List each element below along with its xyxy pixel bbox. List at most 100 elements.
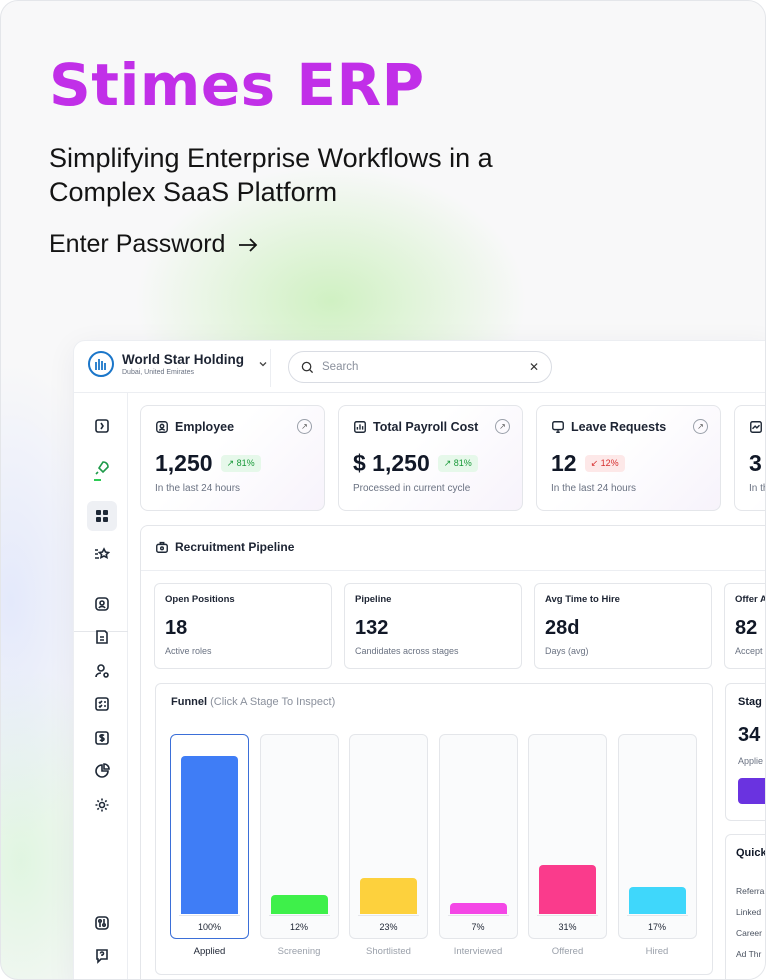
kpi-value: 12 xyxy=(551,450,577,476)
kpi-value: 3 xyxy=(749,450,762,476)
user-profile-icon[interactable] xyxy=(87,589,117,619)
stat-card-avg-time: Avg Time to Hire 28d Days (avg) xyxy=(534,583,712,669)
tagline: Simplifying Enterprise Workflows in a Co… xyxy=(49,143,493,207)
trend-icon xyxy=(750,421,762,433)
quick-item[interactable]: Career xyxy=(736,923,764,944)
kpi-subtitle: In th xyxy=(749,483,765,494)
stat-card-open-positions: Open Positions 18 Active roles xyxy=(154,583,332,669)
stat-title: Offer A xyxy=(735,594,766,605)
funnel-baseline xyxy=(537,915,598,916)
sidebar xyxy=(74,393,128,979)
funnel-stage-screening[interactable]: 12% xyxy=(259,734,339,939)
org-location: Dubai, United Emirates xyxy=(122,369,194,376)
quick-card: Quick Referra Linked Career Ad Thr xyxy=(725,834,765,979)
funnel-panel: Funnel (Click A Stage To Inspect) 100% Ap… xyxy=(155,683,713,975)
funnel-stage-label: Shortlisted xyxy=(366,946,411,957)
stage-card-subtitle: Applie xyxy=(738,756,764,766)
kpi-value: 1,250 xyxy=(155,450,213,476)
funnel-stage-interviewed[interactable]: 7% xyxy=(438,734,518,939)
kpi-card-partial[interactable]: 3 In th xyxy=(734,405,765,511)
stat-value: 18 xyxy=(165,617,188,639)
main-content: Employee ↗ 1,250 ↗ 81% In the last 24 hou… xyxy=(128,393,766,979)
enter-password-link[interactable]: Enter Password xyxy=(49,230,259,259)
kpi-subtitle: In the last 24 hours xyxy=(155,483,241,494)
enter-password-label: Enter Password xyxy=(49,230,226,258)
dollar-icon[interactable] xyxy=(87,723,117,753)
trend-badge: ↗ 81% xyxy=(437,455,478,472)
search-input[interactable]: Search ✕ xyxy=(288,351,552,383)
kpi-card-payroll[interactable]: Total Payroll Cost ↗ $ 1,250 ↗ 81% Proces… xyxy=(338,405,523,511)
help-icon[interactable] xyxy=(87,941,117,971)
funnel-stage-label: Screening xyxy=(277,946,321,957)
funnel-percent: 12% xyxy=(289,922,308,932)
quick-item[interactable]: Linked xyxy=(736,902,764,923)
org-name: World Star Holding xyxy=(122,352,244,367)
dashboard-icon[interactable] xyxy=(87,501,117,531)
quick-item[interactable]: Ad Thr xyxy=(736,944,764,965)
search-placeholder: Search xyxy=(322,361,359,373)
star-list-icon[interactable] xyxy=(87,539,117,569)
topbar: World Star Holding Dubai, United Emirate… xyxy=(74,341,765,393)
user-settings-icon[interactable] xyxy=(87,656,117,686)
arrow-up-right-icon[interactable]: ↗ xyxy=(297,419,312,434)
stage-card-bar xyxy=(738,778,765,804)
rocket-indicator xyxy=(94,479,101,481)
stage-card-value: 34 xyxy=(738,724,761,746)
funnel-stage-applied[interactable]: 100% xyxy=(170,734,249,939)
brand-title: Stimes ERP xyxy=(49,51,425,119)
funnel-stage-label: Applied xyxy=(193,946,226,957)
page-frame: Stimes ERP Simplifying Enterprise Workfl… xyxy=(0,0,766,980)
bar-chart-icon xyxy=(354,421,366,433)
stage-detail-card: Stag 34 Applie xyxy=(725,683,765,821)
gear-icon[interactable] xyxy=(87,790,117,820)
pipeline-title: Recruitment Pipeline xyxy=(175,540,295,554)
funnel-baseline xyxy=(447,915,509,916)
checklist-icon[interactable] xyxy=(87,689,117,719)
clear-search-icon[interactable]: ✕ xyxy=(529,360,539,374)
rocket-icon[interactable] xyxy=(87,453,117,483)
stage-card-title: Stag xyxy=(738,696,762,708)
quick-item[interactable]: Referra xyxy=(736,881,764,902)
trend-badge: ↗ 81% xyxy=(220,455,261,472)
apps-settings-icon[interactable] xyxy=(87,908,117,938)
funnel-percent: 17% xyxy=(647,922,666,932)
monitor-icon xyxy=(552,421,564,433)
sidebar-toggle-icon[interactable] xyxy=(87,411,117,441)
document-icon[interactable] xyxy=(87,622,117,652)
stat-value: 82 xyxy=(735,617,758,639)
funnel-bar xyxy=(360,877,417,914)
stat-card-pipeline: Pipeline 132 Candidates across stages xyxy=(344,583,522,669)
funnel-stage-shortlisted[interactable]: 23% xyxy=(349,734,428,939)
funnel-stage-label: Interviewed xyxy=(453,946,503,957)
kpi-subtitle: Processed in current cycle xyxy=(353,483,471,494)
stat-subtitle: Active roles xyxy=(165,646,212,656)
pie-chart-icon[interactable] xyxy=(87,756,117,786)
arrow-right-icon xyxy=(239,237,258,252)
recruitment-pipeline-panel: Recruitment Pipeline Open Positions 18 A… xyxy=(140,525,766,979)
arrow-up-right-icon[interactable]: ↗ xyxy=(495,419,510,434)
funnel-baseline xyxy=(626,915,688,916)
funnel-percent: 23% xyxy=(379,922,398,932)
org-switcher[interactable]: World Star Holding Dubai, United Emirate… xyxy=(88,351,268,377)
stat-value: 28d xyxy=(545,617,580,639)
funnel-bar xyxy=(270,895,328,914)
kpi-card-employee[interactable]: Employee ↗ 1,250 ↗ 81% In the last 24 hou… xyxy=(140,405,325,511)
kpi-subtitle: In the last 24 hours xyxy=(551,483,637,494)
funnel-baseline xyxy=(268,915,330,916)
funnel-bar xyxy=(449,902,507,914)
user-card-icon xyxy=(156,421,168,433)
funnel-baseline xyxy=(358,915,419,916)
stat-subtitle: Candidates across stages xyxy=(355,646,459,656)
funnel-stage-offered[interactable]: 31% xyxy=(528,734,607,939)
briefcase-icon xyxy=(156,541,168,553)
kpi-title: Leave Requests xyxy=(571,420,667,434)
arrow-up-right-icon[interactable]: ↗ xyxy=(693,419,708,434)
app-window: World Star Holding Dubai, United Emirate… xyxy=(73,340,766,979)
funnel-stage-label: Offered xyxy=(551,946,584,957)
kpi-card-leave[interactable]: Leave Requests ↗ 12 ↙ 12% In the last 24 … xyxy=(536,405,721,511)
funnel-bar xyxy=(539,865,596,914)
funnel-percent: 100% xyxy=(197,922,222,932)
stat-subtitle: Days (avg) xyxy=(545,646,589,656)
funnel-stage-hired[interactable]: 17% xyxy=(617,734,697,939)
search-icon xyxy=(301,361,314,373)
